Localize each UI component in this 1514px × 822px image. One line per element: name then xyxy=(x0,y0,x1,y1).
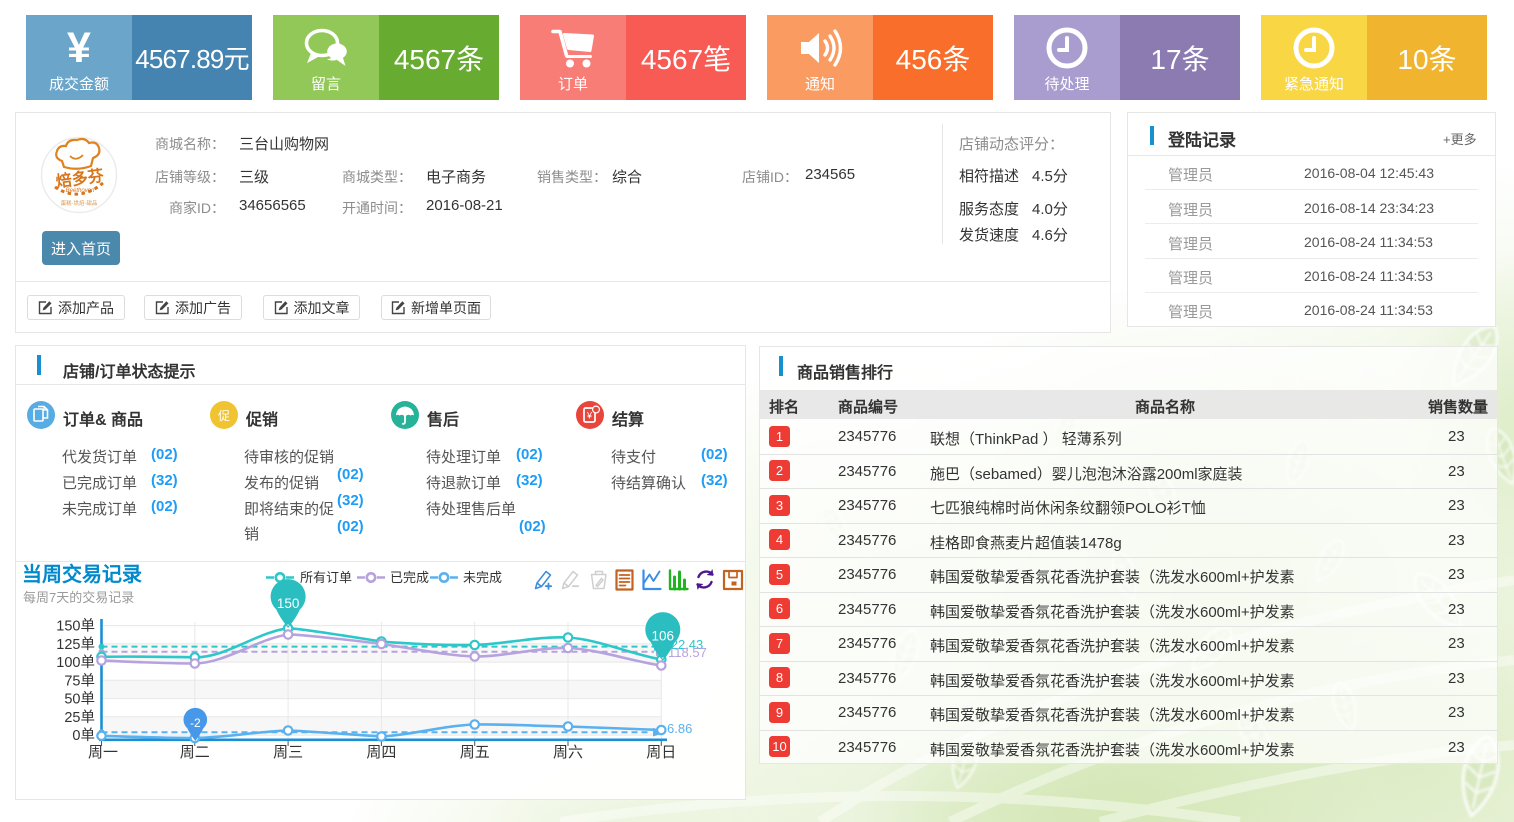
svg-text:周六: 周六 xyxy=(553,744,583,761)
svg-text:-2: -2 xyxy=(190,716,201,730)
svg-text:周日: 周日 xyxy=(646,744,676,761)
svg-text:150单: 150单 xyxy=(56,618,95,635)
svg-text:周五: 周五 xyxy=(460,744,490,761)
svg-text:促: 促 xyxy=(218,409,230,423)
svg-text:已完成: 已完成 xyxy=(390,570,429,585)
svg-text:周四: 周四 xyxy=(366,744,396,761)
svg-text:6.86: 6.86 xyxy=(667,721,692,736)
svg-text:周二: 周二 xyxy=(180,744,210,761)
svg-text:75单: 75单 xyxy=(64,672,95,689)
svg-text:125单: 125单 xyxy=(56,636,95,653)
svg-text:118.57: 118.57 xyxy=(668,645,707,660)
svg-text:周一: 周一 xyxy=(88,744,118,761)
svg-text:25单: 25单 xyxy=(64,709,95,726)
svg-text:50单: 50单 xyxy=(64,691,95,708)
svg-text:100单: 100单 xyxy=(56,654,95,671)
svg-text:周三: 周三 xyxy=(273,744,303,761)
svg-text:0单: 0单 xyxy=(72,727,95,744)
svg-text:当周交易记录: 当周交易记录 xyxy=(22,562,142,586)
svg-text:每周7天的交易记录: 每周7天的交易记录 xyxy=(23,590,134,605)
svg-text:所有订单: 所有订单 xyxy=(300,570,352,585)
svg-text:150: 150 xyxy=(277,596,300,611)
svg-text:蛋糕·烘焙·甜品: 蛋糕·烘焙·甜品 xyxy=(61,199,98,207)
svg-text:未完成: 未完成 xyxy=(463,570,502,585)
svg-text:106: 106 xyxy=(652,629,675,644)
svg-text:¥: ¥ xyxy=(586,411,593,421)
